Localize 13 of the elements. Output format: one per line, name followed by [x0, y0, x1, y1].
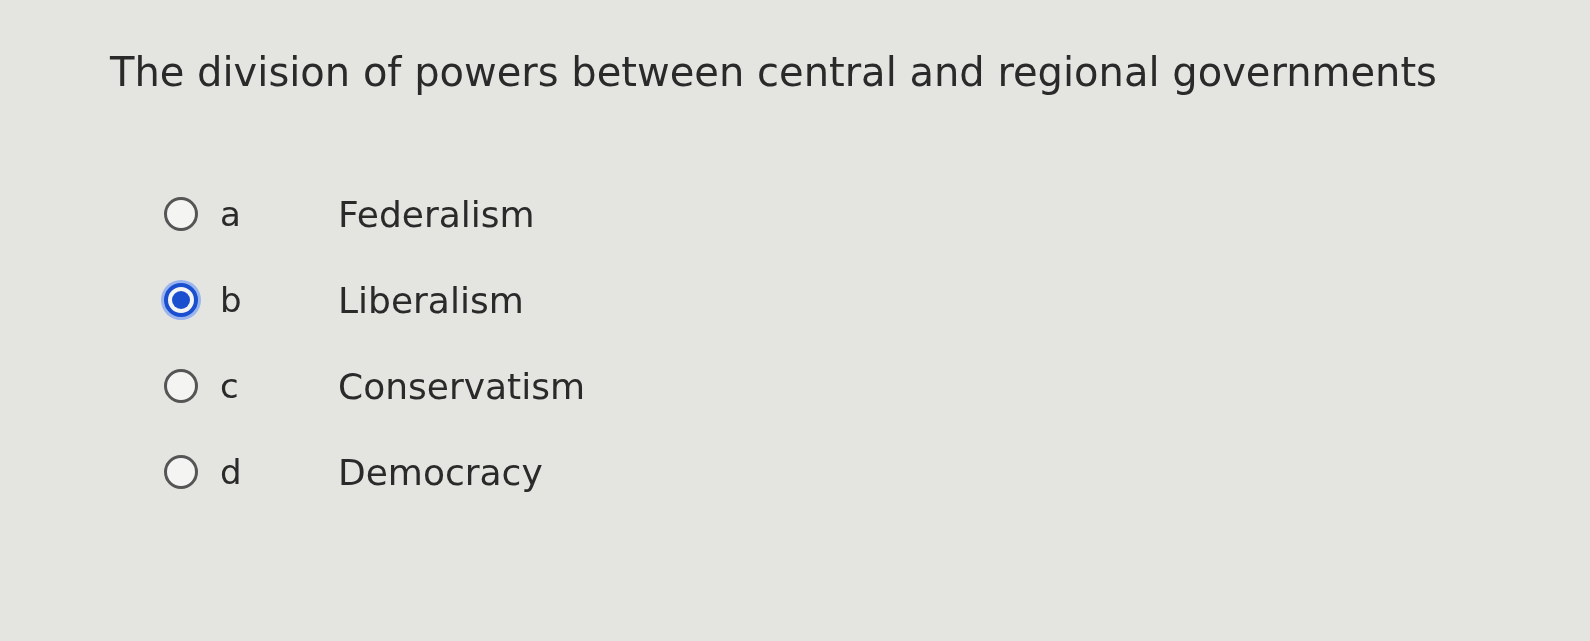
option-label[interactable]: Federalism: [338, 193, 535, 235]
option-label[interactable]: Democracy: [338, 451, 543, 493]
radio-button[interactable]: [164, 197, 198, 231]
option-label[interactable]: Liberalism: [338, 279, 524, 321]
radio-button[interactable]: [164, 369, 198, 403]
option-letter: a: [219, 194, 242, 234]
option-letter: b: [219, 280, 243, 320]
option-label[interactable]: Conservatism: [338, 365, 585, 407]
option-letter: d: [219, 452, 243, 492]
radio-button[interactable]: [164, 283, 198, 317]
option-letter: c: [219, 366, 240, 406]
radio-button[interactable]: [164, 455, 198, 489]
question-text: The division of powers between central and regional governments: [109, 48, 1438, 97]
